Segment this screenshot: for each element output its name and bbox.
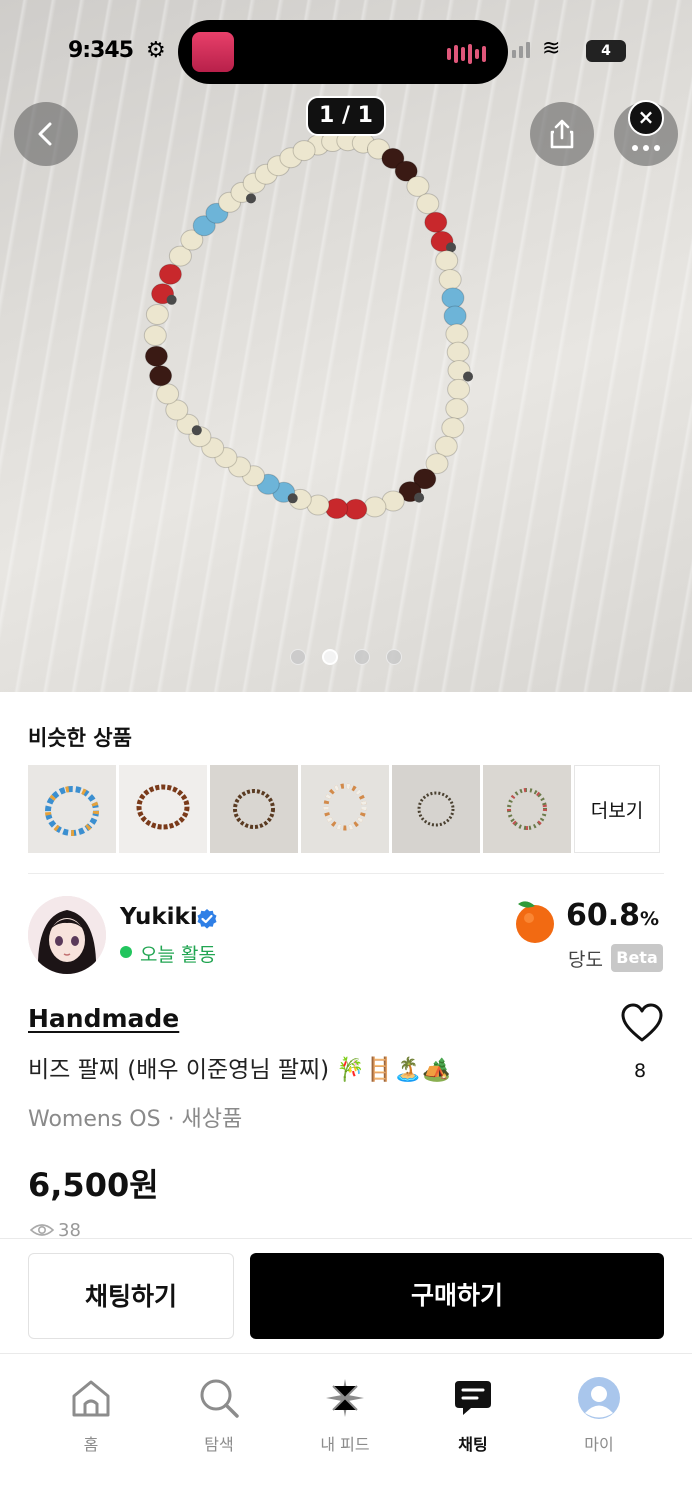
similar-product-thumb[interactable]: [210, 765, 298, 853]
bead: [445, 323, 469, 345]
image-counter: 1 / 1: [306, 96, 386, 136]
bead: [441, 287, 465, 309]
spacer-bead: [287, 493, 298, 504]
product-meta: Womens OS · 새상품: [28, 1107, 243, 1132]
tab-search[interactable]: 탐색: [174, 1375, 264, 1455]
seller-name[interactable]: Yukiki: [120, 904, 198, 930]
like-count: 8: [634, 1060, 647, 1082]
search-icon: [200, 1379, 239, 1418]
tab-feed[interactable]: 내 피드: [300, 1375, 390, 1455]
verified-badge-icon: [197, 909, 217, 929]
page-dot-active[interactable]: [322, 649, 338, 665]
tab-chat[interactable]: 채팅: [428, 1375, 518, 1455]
bead: [143, 325, 167, 346]
bead: [443, 305, 467, 327]
tab-my[interactable]: 마이: [554, 1375, 644, 1455]
product-brand[interactable]: Handmade: [28, 1004, 179, 1033]
page-dot[interactable]: [354, 649, 370, 665]
product-price: 6,500원: [28, 1166, 159, 1204]
similar-product-thumb[interactable]: [301, 765, 389, 853]
bead: [144, 345, 168, 367]
bead: [145, 304, 169, 325]
bead: [363, 496, 387, 518]
chevron-left-icon: [38, 122, 52, 146]
close-icon[interactable]: ×: [628, 100, 664, 136]
similar-product-thumb[interactable]: [483, 765, 571, 853]
tab-home[interactable]: 홈: [46, 1375, 136, 1455]
bead: [435, 250, 459, 272]
bead: [438, 269, 462, 290]
seller-activity: 오늘 활동: [140, 944, 216, 966]
wifi-icon: ≋: [542, 36, 561, 61]
tab-label: 홈: [83, 1435, 99, 1454]
sweetness-number: 60.8: [566, 898, 641, 933]
more-dots-icon: [632, 145, 660, 151]
like-heart-icon[interactable]: [620, 1002, 664, 1044]
album-art-icon: [192, 32, 234, 72]
sweetness-label: 당도: [568, 949, 603, 971]
share-icon: [550, 119, 574, 149]
spacer-bead: [166, 294, 177, 305]
sparkle-icon: [326, 1379, 364, 1417]
back-button[interactable]: [14, 102, 78, 166]
status-time: 9:345: [68, 38, 134, 63]
home-icon: [72, 1380, 110, 1417]
bottom-tab-bar: 홈 탐색 내 피드 채팅 마이: [0, 1355, 692, 1500]
tab-label: 마이: [584, 1435, 614, 1454]
similar-products-title: 비슷한 상품: [28, 726, 132, 750]
bead: [158, 263, 182, 285]
similar-products-list: 더보기: [28, 765, 660, 853]
tab-label: 탐색: [204, 1435, 234, 1454]
dynamic-island[interactable]: [178, 20, 508, 84]
settings-status-icon: ⚙: [146, 38, 166, 63]
tab-label: 내 피드: [320, 1435, 370, 1454]
spacer-bead: [246, 193, 256, 204]
chat-button[interactable]: 채팅하기: [28, 1253, 234, 1339]
eye-icon: [30, 1224, 54, 1236]
similar-product-thumb[interactable]: [119, 765, 207, 853]
page-dot[interactable]: [290, 649, 306, 665]
section-divider: [28, 873, 664, 874]
sweetness-score: 60.8%: [566, 898, 659, 933]
battery-icon: 4: [586, 40, 626, 62]
bead: [325, 498, 349, 519]
bead: [292, 140, 316, 162]
similar-product-thumb[interactable]: [28, 765, 116, 853]
action-bar: 채팅하기 구매하기: [0, 1238, 692, 1354]
profile-icon: [578, 1377, 620, 1419]
bead: [416, 193, 440, 215]
sweetness-tangerine-icon: [516, 901, 554, 943]
chat-icon: [455, 1381, 491, 1415]
bead: [156, 383, 180, 405]
spacer-bead: [414, 492, 425, 503]
page-dot[interactable]: [386, 649, 402, 665]
bead: [441, 417, 465, 439]
bead: [149, 365, 173, 387]
bead: [447, 378, 471, 400]
beta-badge: Beta: [611, 944, 663, 972]
bead: [424, 211, 448, 233]
buy-button[interactable]: 구매하기: [250, 1253, 664, 1339]
bead: [445, 398, 469, 420]
signal-icon: [512, 42, 530, 58]
see-more-button[interactable]: 더보기: [574, 765, 660, 853]
spacer-bead: [191, 425, 202, 436]
similar-product-thumb[interactable]: [392, 765, 480, 853]
gallery-pagination: [290, 649, 402, 665]
spacer-bead: [463, 371, 473, 382]
bead: [344, 498, 368, 520]
share-button[interactable]: [530, 102, 594, 166]
seller-avatar[interactable]: [28, 896, 106, 974]
sweetness-unit: %: [640, 908, 660, 930]
tab-label: 채팅: [458, 1435, 488, 1454]
audio-wave-icon: [447, 44, 486, 64]
bead: [446, 341, 470, 363]
online-status-dot: [120, 946, 132, 958]
product-title: 비즈 팔찌 (배우 이준영님 팔찌) 🎋🪜🏝️🏕️: [28, 1057, 451, 1083]
